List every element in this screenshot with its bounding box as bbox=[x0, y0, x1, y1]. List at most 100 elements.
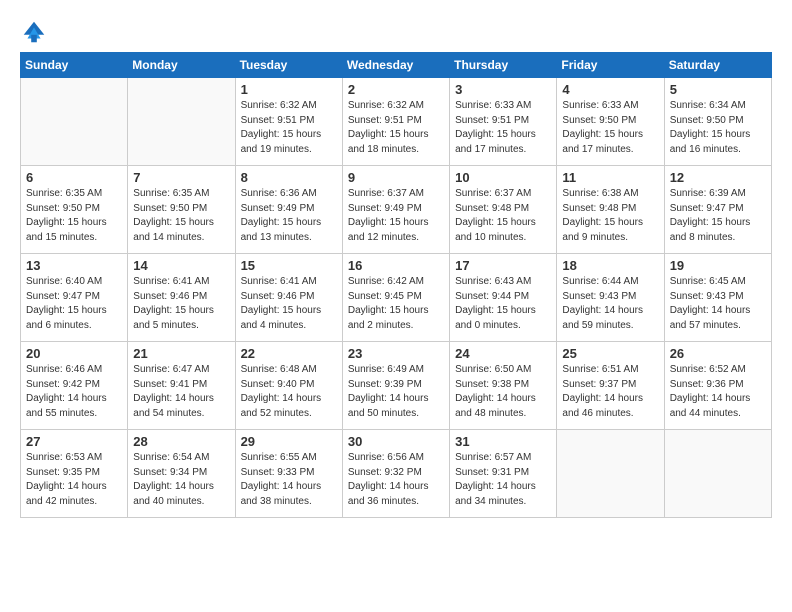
day-info: Sunrise: 6:48 AM Sunset: 9:40 PM Dayligh… bbox=[241, 363, 337, 421]
calendar-cell bbox=[21, 78, 128, 166]
day-number: 19 bbox=[670, 258, 766, 273]
day-info: Sunrise: 6:33 AM Sunset: 9:51 PM Dayligh… bbox=[455, 99, 551, 157]
day-info: Sunrise: 6:49 AM Sunset: 9:39 PM Dayligh… bbox=[348, 363, 444, 421]
day-number: 8 bbox=[241, 170, 337, 185]
day-number: 31 bbox=[455, 434, 551, 449]
day-info: Sunrise: 6:52 AM Sunset: 9:36 PM Dayligh… bbox=[670, 363, 766, 421]
day-info: Sunrise: 6:32 AM Sunset: 9:51 PM Dayligh… bbox=[241, 99, 337, 157]
day-info: Sunrise: 6:42 AM Sunset: 9:45 PM Dayligh… bbox=[348, 275, 444, 333]
calendar-week: 6 Sunrise: 6:35 AM Sunset: 9:50 PM Daylig… bbox=[21, 166, 772, 254]
calendar-cell: 3 Sunrise: 6:33 AM Sunset: 9:51 PM Daylig… bbox=[450, 78, 557, 166]
calendar-cell: 29Sunrise: 6:55 AM Sunset: 9:33 PM Dayli… bbox=[235, 430, 342, 518]
day-number: 15 bbox=[241, 258, 337, 273]
calendar-cell: 12 Sunrise: 6:39 AM Sunset: 9:47 PM Dayli… bbox=[664, 166, 771, 254]
day-info: Sunrise: 6:46 AM Sunset: 9:42 PM Dayligh… bbox=[26, 363, 122, 421]
calendar-cell: 18Sunrise: 6:44 AM Sunset: 9:43 PM Dayli… bbox=[557, 254, 664, 342]
day-number: 16 bbox=[348, 258, 444, 273]
weekday-header: Sunday bbox=[21, 53, 128, 78]
day-number: 14 bbox=[133, 258, 229, 273]
logo bbox=[20, 18, 52, 46]
calendar-cell: 22 Sunrise: 6:48 AM Sunset: 9:40 PM Dayli… bbox=[235, 342, 342, 430]
weekday-header: Saturday bbox=[664, 53, 771, 78]
calendar-week: 20 Sunrise: 6:46 AM Sunset: 9:42 PM Dayli… bbox=[21, 342, 772, 430]
calendar-cell: 11Sunrise: 6:38 AM Sunset: 9:48 PM Dayli… bbox=[557, 166, 664, 254]
calendar-week: 1 Sunrise: 6:32 AM Sunset: 9:51 PM Daylig… bbox=[21, 78, 772, 166]
calendar-cell: 26Sunrise: 6:52 AM Sunset: 9:36 PM Dayli… bbox=[664, 342, 771, 430]
day-number: 2 bbox=[348, 82, 444, 97]
day-number: 28 bbox=[133, 434, 229, 449]
calendar-cell: 30 Sunrise: 6:56 AM Sunset: 9:32 PM Dayli… bbox=[342, 430, 449, 518]
day-info: Sunrise: 6:44 AM Sunset: 9:43 PM Dayligh… bbox=[562, 275, 658, 333]
day-info: Sunrise: 6:37 AM Sunset: 9:49 PM Dayligh… bbox=[348, 187, 444, 245]
day-number: 1 bbox=[241, 82, 337, 97]
logo-icon bbox=[20, 18, 48, 46]
calendar-cell: 20 Sunrise: 6:46 AM Sunset: 9:42 PM Dayli… bbox=[21, 342, 128, 430]
day-number: 22 bbox=[241, 346, 337, 361]
calendar-cell: 14 Sunrise: 6:41 AM Sunset: 9:46 PM Dayli… bbox=[128, 254, 235, 342]
calendar-cell: 21Sunrise: 6:47 AM Sunset: 9:41 PM Dayli… bbox=[128, 342, 235, 430]
day-info: Sunrise: 6:32 AM Sunset: 9:51 PM Dayligh… bbox=[348, 99, 444, 157]
day-number: 27 bbox=[26, 434, 122, 449]
calendar-cell: 8Sunrise: 6:36 AM Sunset: 9:49 PM Daylig… bbox=[235, 166, 342, 254]
day-info: Sunrise: 6:35 AM Sunset: 9:50 PM Dayligh… bbox=[133, 187, 229, 245]
day-number: 25 bbox=[562, 346, 658, 361]
calendar-cell: 2 Sunrise: 6:32 AM Sunset: 9:51 PM Daylig… bbox=[342, 78, 449, 166]
day-info: Sunrise: 6:43 AM Sunset: 9:44 PM Dayligh… bbox=[455, 275, 551, 333]
day-number: 12 bbox=[670, 170, 766, 185]
calendar-week: 13Sunrise: 6:40 AM Sunset: 9:47 PM Dayli… bbox=[21, 254, 772, 342]
calendar-week: 27 Sunrise: 6:53 AM Sunset: 9:35 PM Dayli… bbox=[21, 430, 772, 518]
day-number: 7 bbox=[133, 170, 229, 185]
calendar-cell: 19 Sunrise: 6:45 AM Sunset: 9:43 PM Dayli… bbox=[664, 254, 771, 342]
day-number: 9 bbox=[348, 170, 444, 185]
calendar-cell: 10 Sunrise: 6:37 AM Sunset: 9:48 PM Dayli… bbox=[450, 166, 557, 254]
day-info: Sunrise: 6:37 AM Sunset: 9:48 PM Dayligh… bbox=[455, 187, 551, 245]
day-number: 24 bbox=[455, 346, 551, 361]
day-info: Sunrise: 6:41 AM Sunset: 9:46 PM Dayligh… bbox=[133, 275, 229, 333]
day-info: Sunrise: 6:53 AM Sunset: 9:35 PM Dayligh… bbox=[26, 451, 122, 509]
weekday-row: SundayMondayTuesdayWednesdayThursdayFrid… bbox=[21, 53, 772, 78]
calendar-cell: 24 Sunrise: 6:50 AM Sunset: 9:38 PM Dayli… bbox=[450, 342, 557, 430]
calendar-cell: 13Sunrise: 6:40 AM Sunset: 9:47 PM Dayli… bbox=[21, 254, 128, 342]
weekday-header: Wednesday bbox=[342, 53, 449, 78]
day-info: Sunrise: 6:56 AM Sunset: 9:32 PM Dayligh… bbox=[348, 451, 444, 509]
day-info: Sunrise: 6:51 AM Sunset: 9:37 PM Dayligh… bbox=[562, 363, 658, 421]
calendar-cell: 25 Sunrise: 6:51 AM Sunset: 9:37 PM Dayli… bbox=[557, 342, 664, 430]
calendar-cell bbox=[557, 430, 664, 518]
day-info: Sunrise: 6:41 AM Sunset: 9:46 PM Dayligh… bbox=[241, 275, 337, 333]
calendar-cell: 15 Sunrise: 6:41 AM Sunset: 9:46 PM Dayli… bbox=[235, 254, 342, 342]
weekday-header: Friday bbox=[557, 53, 664, 78]
calendar-cell: 17Sunrise: 6:43 AM Sunset: 9:44 PM Dayli… bbox=[450, 254, 557, 342]
calendar-cell: 31 Sunrise: 6:57 AM Sunset: 9:31 PM Dayli… bbox=[450, 430, 557, 518]
calendar-cell: 4Sunrise: 6:33 AM Sunset: 9:50 PM Daylig… bbox=[557, 78, 664, 166]
calendar-cell: 9 Sunrise: 6:37 AM Sunset: 9:49 PM Daylig… bbox=[342, 166, 449, 254]
day-number: 30 bbox=[348, 434, 444, 449]
day-info: Sunrise: 6:47 AM Sunset: 9:41 PM Dayligh… bbox=[133, 363, 229, 421]
header bbox=[20, 18, 772, 46]
day-number: 4 bbox=[562, 82, 658, 97]
calendar-cell: 16 Sunrise: 6:42 AM Sunset: 9:45 PM Dayli… bbox=[342, 254, 449, 342]
day-number: 3 bbox=[455, 82, 551, 97]
day-number: 13 bbox=[26, 258, 122, 273]
weekday-header: Monday bbox=[128, 53, 235, 78]
weekday-header: Thursday bbox=[450, 53, 557, 78]
calendar-cell: 23 Sunrise: 6:49 AM Sunset: 9:39 PM Dayli… bbox=[342, 342, 449, 430]
calendar-cell: 28Sunrise: 6:54 AM Sunset: 9:34 PM Dayli… bbox=[128, 430, 235, 518]
day-info: Sunrise: 6:45 AM Sunset: 9:43 PM Dayligh… bbox=[670, 275, 766, 333]
calendar-body: 1 Sunrise: 6:32 AM Sunset: 9:51 PM Daylig… bbox=[21, 78, 772, 518]
day-number: 10 bbox=[455, 170, 551, 185]
day-info: Sunrise: 6:35 AM Sunset: 9:50 PM Dayligh… bbox=[26, 187, 122, 245]
calendar-cell bbox=[664, 430, 771, 518]
day-number: 23 bbox=[348, 346, 444, 361]
day-number: 5 bbox=[670, 82, 766, 97]
day-number: 29 bbox=[241, 434, 337, 449]
day-info: Sunrise: 6:39 AM Sunset: 9:47 PM Dayligh… bbox=[670, 187, 766, 245]
calendar: SundayMondayTuesdayWednesdayThursdayFrid… bbox=[20, 52, 772, 518]
calendar-cell: 6 Sunrise: 6:35 AM Sunset: 9:50 PM Daylig… bbox=[21, 166, 128, 254]
day-number: 11 bbox=[562, 170, 658, 185]
day-info: Sunrise: 6:57 AM Sunset: 9:31 PM Dayligh… bbox=[455, 451, 551, 509]
day-number: 6 bbox=[26, 170, 122, 185]
day-number: 20 bbox=[26, 346, 122, 361]
day-info: Sunrise: 6:50 AM Sunset: 9:38 PM Dayligh… bbox=[455, 363, 551, 421]
calendar-cell bbox=[128, 78, 235, 166]
calendar-cell: 27 Sunrise: 6:53 AM Sunset: 9:35 PM Dayli… bbox=[21, 430, 128, 518]
